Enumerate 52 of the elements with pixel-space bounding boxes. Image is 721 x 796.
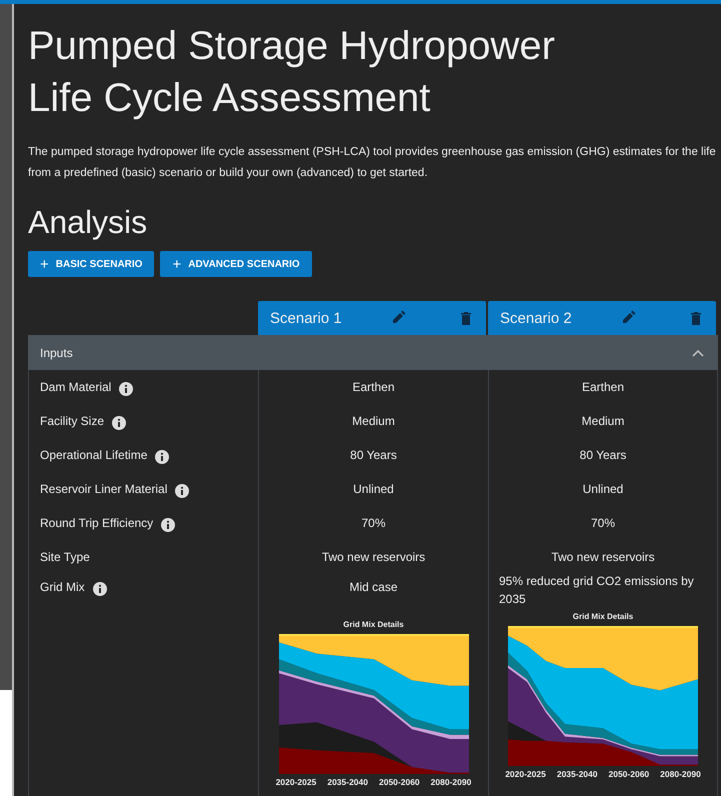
axis-label: 2080-2090 [660,769,701,779]
chart-title: Grid Mix Details [343,620,404,629]
input-value: 80 Years [580,448,626,462]
intro-text: The pumped storage hydropower life cycle assessment (PSH-LCA) tool provides greenhouse gas emission (GHG) estimates for the life [28,145,717,160]
axis-label: 2035-2040 [556,769,598,779]
chart-title: Grid Mix Details [572,612,634,621]
input-label: Grid Mix [40,580,85,594]
info-icon[interactable] [92,582,107,596]
input-label: Facility Size [40,414,104,428]
input-value: Unlined [582,482,624,496]
input-label: Round Trip Efficiency [40,516,154,530]
axis-label: 2035-2040 [327,777,368,787]
input-value: Earthen [352,380,395,394]
axis-label: 2050-2060 [608,769,650,779]
input-label: Dam Material [40,380,112,394]
inputs-header[interactable]: Inputs [28,335,718,370]
input-value: Medium [352,414,395,428]
info-icon[interactable] [175,484,190,498]
input-label: Operational Lifetime [40,448,148,462]
input-value: Earthen [582,380,624,394]
input-value: 80 Years [350,448,397,462]
inputs-title: Inputs [40,346,73,360]
info-icon[interactable] [161,518,176,532]
input-value: 70% [361,516,386,530]
section-title: Analysis [28,204,148,241]
input-value: Medium [582,414,624,428]
info-icon[interactable] [119,382,134,396]
axis-label: 2020-2025 [505,769,546,779]
input-label: Reservoir Liner Material [40,482,168,496]
input-value: Unlined [353,482,394,496]
delete-icon[interactable] [688,310,704,326]
edit-icon[interactable] [620,310,636,326]
chevron-up-icon [692,348,704,356]
input-label: Site Type [40,550,90,564]
input-value: Mid case [349,580,398,596]
intro-text: from a predefined (basic) scenario or build your own (advanced) to get started. [28,166,429,181]
scenario-name: Scenario 1 [270,310,343,326]
info-icon[interactable] [155,450,170,464]
scenario-name: Scenario 2 [500,310,573,326]
axis-label: 2020-2025 [276,777,316,787]
delete-icon[interactable] [458,310,474,326]
axis-label: 2080-2090 [430,777,472,787]
page-title: Pumped Storage Hydropower Life Cycle Assessment [28,23,556,122]
edit-icon[interactable] [390,310,406,326]
input-value: Two new reservoirs [551,550,655,564]
add-scenario-button[interactable]: + ADVANCED SCENARIO [160,251,312,277]
add-scenario-button[interactable]: + BASIC SCENARIO [28,251,154,277]
info-icon[interactable] [112,416,126,430]
input-value: 95% reduced grid CO2 emissions by 2035 [498,573,695,608]
axis-label: 2050-2060 [379,777,420,787]
input-value: 70% [590,516,616,530]
input-value: Two new reservoirs [322,550,426,564]
